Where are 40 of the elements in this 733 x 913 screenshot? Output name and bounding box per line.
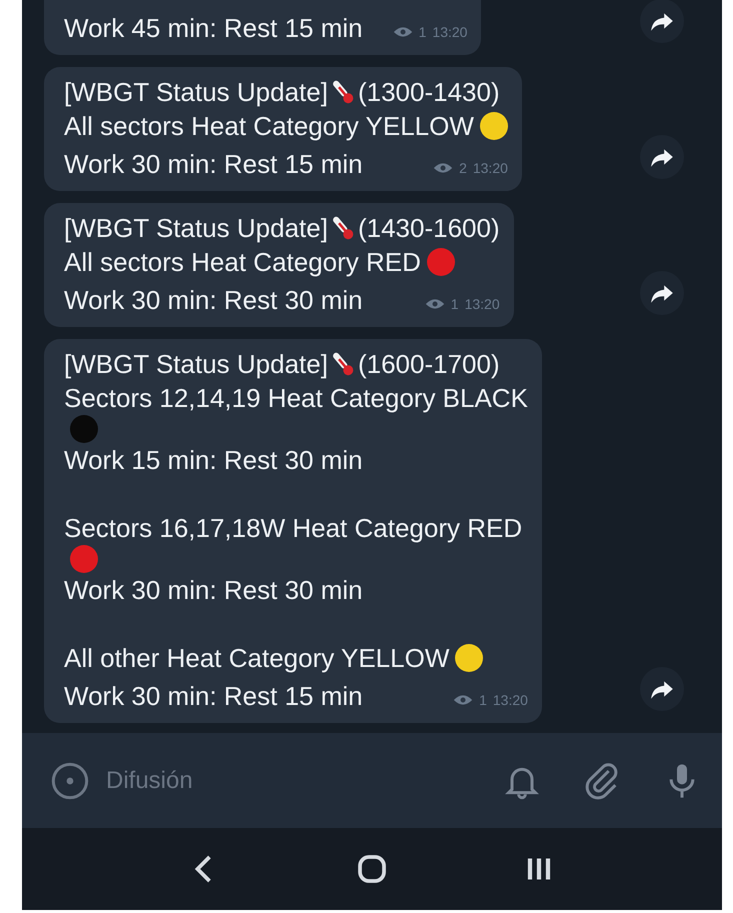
message-text: Sectors 12,14,19 Heat Category BLACK [64,382,528,415]
message-text: Work 15 min: Rest 30 min [64,444,363,477]
message-input-field[interactable]: Difusión [104,766,462,796]
forward-button[interactable] [640,667,684,711]
message-time: 13:20 [464,295,500,314]
eye-icon [392,26,413,38]
message-text: Sectors 16,17,18W Heat Category RED [64,512,522,545]
emoji-icon[interactable] [50,760,90,800]
eye-icon [433,162,454,174]
circle-emoji-icon [455,644,484,672]
message-heading: (1600-1700) [358,348,500,381]
message-time: 13:20 [432,23,468,42]
message-text: All sectors Heat Category YELLOW [64,110,474,143]
message-text: Work 45 min: Rest 15 min [64,12,363,45]
circle-emoji-icon [70,545,98,573]
view-count: 1 [450,295,459,314]
message-text: Work 30 min: Rest 30 min [64,574,363,607]
circle-emoji-icon [426,248,455,276]
message-text: All sectors Heat Category RED [64,246,421,279]
view-count: 1 [479,691,487,710]
circle-emoji-icon [480,112,508,140]
view-count: 1 [418,23,426,42]
message-heading: [WBGT Status Update] [64,348,328,381]
forward-button[interactable] [640,0,684,43]
view-count: 2 [459,159,467,178]
message-heading: [WBGT Status Update] [64,76,328,109]
forward-button[interactable] [640,271,684,315]
eye-icon [453,694,474,706]
message-text: Work 30 min: Rest 15 min [64,148,363,181]
eye-icon [424,298,445,310]
message-text: Work 30 min: Rest 15 min [64,680,363,713]
message-time: 13:20 [492,691,528,710]
message-time: 13:20 [472,159,508,178]
circle-emoji-icon [70,415,98,443]
message-heading: [WBGT Status Update] [64,212,328,245]
message-heading: (1430-1600) [358,212,500,245]
message-text: Work 30 min: Rest 30 min [64,284,363,317]
message-text: All other Heat Category YELLOW [64,642,450,675]
forward-button[interactable] [640,135,684,179]
message-heading: (1300-1430) [358,76,500,109]
